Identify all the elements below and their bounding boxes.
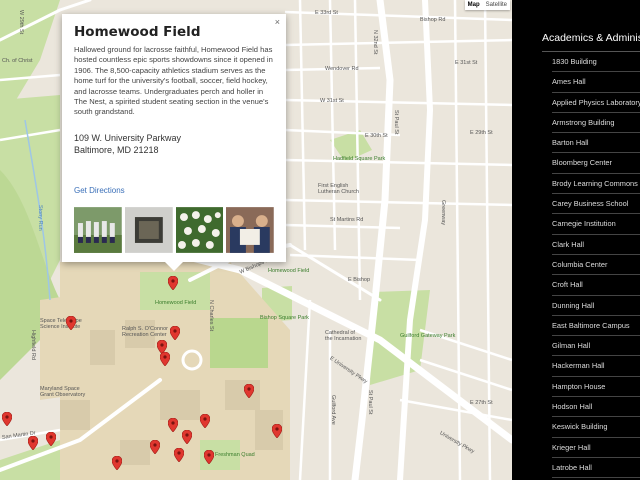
location-list-item[interactable]: Krieger Hall [552,438,640,458]
location-list-item[interactable]: Carnegie Institution [552,214,640,235]
place-label: First English Lutheran Church [318,183,359,195]
map-type-map-button[interactable]: Map [465,0,483,10]
map-marker-pin[interactable] [160,352,170,366]
location-list-item[interactable]: Carey Business School [552,194,640,215]
street-label: E 29th St [470,130,493,136]
place-label: Bishop Square Park [260,315,309,321]
map-marker-pin[interactable] [200,414,210,428]
place-label: Maryland Space Grant Observatory [40,386,86,398]
location-list-item[interactable]: Brody Learning Commons [552,174,640,195]
map-marker-pin[interactable] [170,326,180,340]
map-marker-pin[interactable] [168,418,178,432]
map-marker-pin[interactable] [168,276,178,290]
street-label: Guilford Ave [330,395,336,425]
street-label: W 31st St [320,98,344,104]
place-label: Cathedral of the Incarnation [325,330,362,342]
map-marker-pin[interactable] [150,440,160,454]
street-label: Greenway [440,200,446,226]
place-label: Hadfield Square Park [333,156,386,162]
location-list-item[interactable]: Barton Hall [552,133,640,154]
location-list: 1830 Building Ames Hall Applied Physics … [552,52,640,479]
street-label: St Martins Rd [330,217,364,223]
map-marker-pin[interactable] [46,432,56,446]
street-label: E 27th St [470,400,493,406]
info-window-description: Hallowed ground for lacrosse faithful, H… [74,45,273,117]
category-heading[interactable]: Academics & Administration [542,32,640,52]
info-window-address: 109 W. University Parkway Baltimore, MD … [74,132,274,156]
location-list-item[interactable]: Hodson Hall [552,397,640,418]
map-marker-pin[interactable] [244,384,254,398]
map-marker-pin[interactable] [66,316,76,330]
location-list-item[interactable]: Latrobe Hall [552,458,640,479]
location-list-item[interactable]: Gilman Hall [552,336,640,357]
street-label: N 32nd St [372,30,378,55]
map-marker-pin[interactable] [174,448,184,462]
location-list-item[interactable]: Hampton House [552,377,640,398]
location-list-item[interactable]: Columbia Center [552,255,640,276]
street-label: Wendover Rd [325,66,359,72]
location-list-item[interactable]: 1830 Building [552,52,640,73]
place-label: Freshman Quad [215,452,255,458]
street-label: St Paul St [367,390,373,415]
get-directions-link[interactable]: Get Directions [74,186,274,195]
street-label: Stony Run [37,205,43,231]
close-icon[interactable]: × [275,17,280,27]
map-marker-pin[interactable] [204,450,214,464]
place-label: Ch. of Christ [2,58,33,64]
street-label: N Charles St [208,300,214,332]
map-marker-pin[interactable] [112,456,122,470]
location-sidebar: Academics & Administration 1830 Building… [512,0,640,480]
location-list-item[interactable]: Clark Hall [552,235,640,255]
map-type-satellite-button[interactable]: Satellite [483,0,510,10]
street-label: St Paul St [393,110,399,135]
street-label: E 30th St [365,133,388,139]
photo-gallery [74,206,274,253]
location-list-item[interactable]: Applied Physics Laboratory [552,93,640,113]
street-label: E 33rd St [315,10,338,16]
place-label: Ralph S. O'Connor Recreation Center [122,326,168,338]
location-list-item[interactable]: East Baltimore Campus [552,316,640,337]
map-marker-pin[interactable] [272,424,282,438]
place-label: Homewood Field [268,268,310,274]
place-label: Guilford Gateway Park [400,333,456,339]
address-line-1: 109 W. University Parkway [74,132,182,143]
location-list-item[interactable]: Armstrong Building [552,113,640,134]
street-label: E Bishop [348,277,371,283]
location-list-item[interactable]: Hackerman Hall [552,356,640,377]
street-label: W 29th St [18,10,24,35]
location-list-item[interactable]: Bloomberg Center [552,153,640,174]
street-label: Highfield Rd [30,330,36,360]
photo-thumbnail-flowers[interactable] [175,206,224,253]
street-label: E 31st St [455,60,478,66]
info-window-title: Homewood Field [74,24,201,40]
photo-thumbnail-fans[interactable] [226,206,274,253]
map-canvas[interactable]: Map Satellite E 33rd St Bishop Rd Wendov… [0,0,512,480]
place-label: Homewood Field [155,300,197,306]
photo-thumbnail-team[interactable] [74,206,122,253]
location-list-item[interactable]: Ames Hall [552,72,640,93]
map-marker-pin[interactable] [182,430,192,444]
location-list-item[interactable]: Keswick Building [552,417,640,438]
location-list-item[interactable]: Dunning Hall [552,296,640,316]
location-list-item[interactable]: Croft Hall [552,275,640,296]
map-marker-pin[interactable] [28,436,38,450]
photo-thumbnail-plaque[interactable] [124,206,173,253]
info-window: × Homewood Field Hallowed ground for lac… [62,14,286,271]
map-marker-pin[interactable] [2,412,12,426]
map-type-control[interactable]: Map Satellite [464,0,510,10]
address-line-2: Baltimore, MD 21218 [74,144,159,155]
street-label: Bishop Rd [420,17,446,23]
